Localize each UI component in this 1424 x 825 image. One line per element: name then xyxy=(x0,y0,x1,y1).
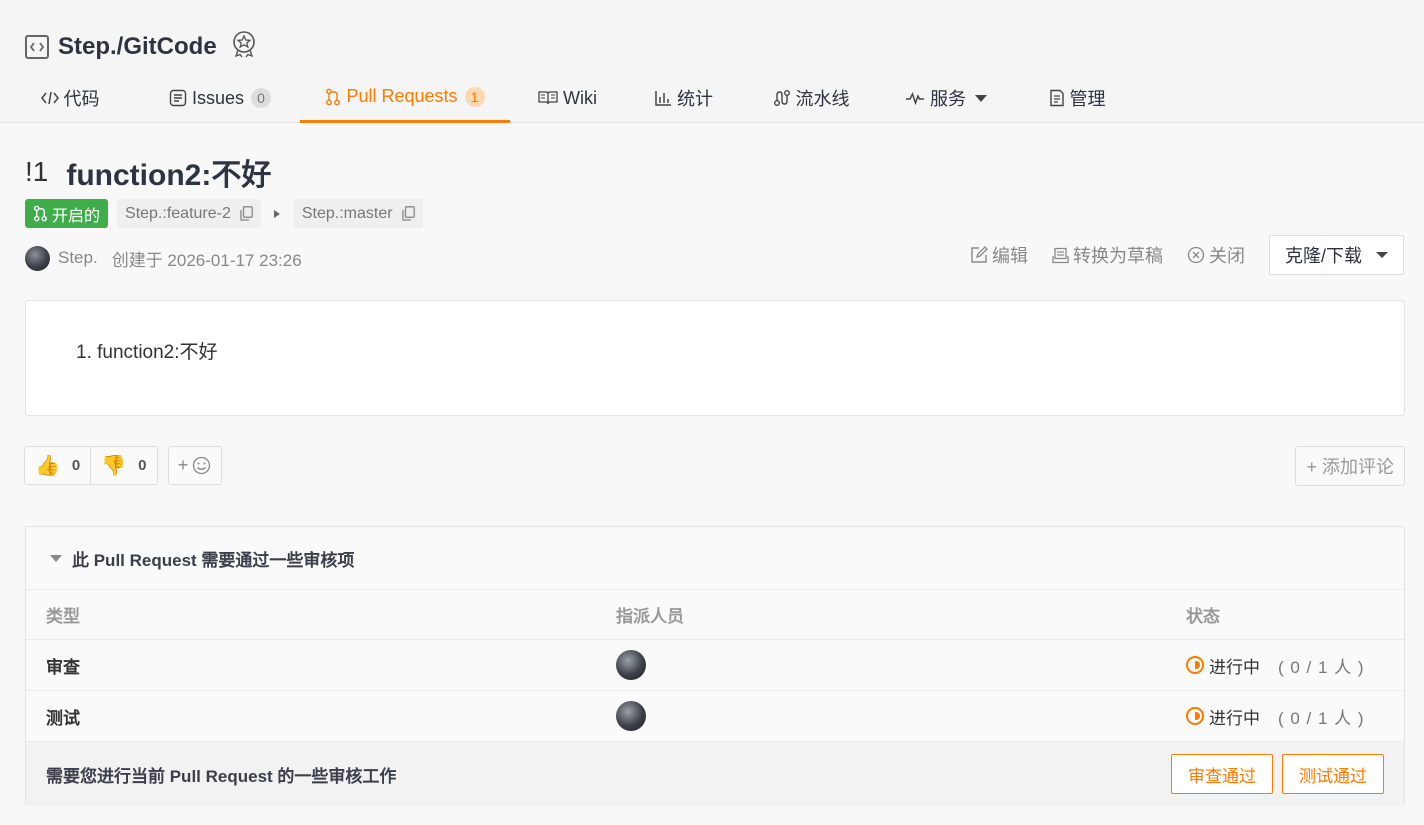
branch-row: 开启的 Step.:feature-2 Step.:master xyxy=(25,199,423,228)
review-panel: 此 Pull Request 需要通过一些审核项 类型 指派人员 状态 审查 进… xyxy=(25,526,1405,806)
tab-issues[interactable]: Issues 0 xyxy=(140,73,300,123)
pr-number: !1 xyxy=(25,156,49,187)
chevron-down-icon xyxy=(975,94,987,102)
caret-right-icon xyxy=(273,209,281,219)
approve-review-button[interactable]: 审查通过 xyxy=(1171,754,1273,794)
pr-meta: Step. 创建于 2026-01-17 23:26 xyxy=(25,245,302,271)
review-table-header: 类型 指派人员 状态 xyxy=(26,590,1404,640)
description-list-item: 1. function2:不好 xyxy=(76,342,218,363)
tab-stats[interactable]: 统计 xyxy=(625,73,742,123)
pr-description: 1. function2:不好 xyxy=(25,300,1405,416)
tab-wiki[interactable]: Wiki xyxy=(510,73,625,123)
tab-code[interactable]: 代码 xyxy=(0,73,140,123)
edit-button[interactable]: 编辑 xyxy=(970,242,1028,268)
source-branch[interactable]: Step.:feature-2 xyxy=(117,199,261,228)
column-assignee: 指派人员 xyxy=(616,607,684,626)
approve-test-button[interactable]: 测试通过 xyxy=(1282,754,1384,794)
tab-label: 代码 xyxy=(63,89,100,109)
tab-label: 管理 xyxy=(1069,89,1106,109)
reactions: 👍 0 👎 0 + xyxy=(24,446,222,485)
close-icon xyxy=(1187,246,1205,264)
review-footer: 需要您进行当前 Pull Request 的一些审核工作 审查通过 测试通过 xyxy=(26,742,1404,806)
review-footer-message: 需要您进行当前 Pull Request 的一些审核工作 xyxy=(46,766,397,786)
table-row: 审查 进行中 ( 0 / 1 人 ) xyxy=(26,640,1404,691)
tab-label: 服务 xyxy=(930,89,966,109)
tab-pipeline[interactable]: 流水线 xyxy=(742,73,880,123)
target-branch-label: Step.:master xyxy=(301,204,393,222)
pr-count-badge: 1 xyxy=(464,86,485,107)
tab-label: Pull Requests xyxy=(346,86,458,106)
avatar[interactable] xyxy=(616,650,646,680)
thumbs-down-icon: 👎 xyxy=(101,455,127,477)
tab-label: Wiki xyxy=(563,87,597,108)
target-branch[interactable]: Step.:master xyxy=(293,199,423,228)
caret-down-icon xyxy=(50,554,62,562)
in-progress-icon xyxy=(1186,656,1204,674)
copy-icon[interactable] xyxy=(240,206,253,221)
code-icon xyxy=(40,90,59,106)
smiley-icon xyxy=(193,456,211,475)
review-status: 进行中 ( 0 / 1 人 ) xyxy=(1186,653,1365,678)
repo-tabs: 代码 Issues 0 Pull Requests 1 Wiki 统计 流水线 … xyxy=(0,73,1142,123)
reaction-group: 👍 0 👎 0 xyxy=(24,446,158,485)
author-name[interactable]: Step. xyxy=(58,248,98,268)
review-heading: 此 Pull Request 需要通过一些审核项 xyxy=(72,550,355,570)
review-status: 进行中 ( 0 / 1 人 ) xyxy=(1186,704,1365,729)
source-branch-label: Step.:feature-2 xyxy=(125,204,231,222)
issues-icon xyxy=(169,89,187,107)
repo-code-icon xyxy=(25,34,49,59)
convert-draft-button[interactable]: 转换为草稿 xyxy=(1052,242,1163,268)
copy-icon[interactable] xyxy=(401,206,415,221)
repo-header: Step./GitCode 代码 Issues 0 Pull Requests … xyxy=(0,0,1424,123)
pull-request-icon xyxy=(325,88,341,106)
close-button[interactable]: 关闭 xyxy=(1187,242,1245,268)
tab-label: 统计 xyxy=(677,89,713,109)
created-time: 创建于 2026-01-17 23:26 xyxy=(111,250,302,270)
pr-title-text: function2:不好 xyxy=(66,159,272,192)
chevron-down-icon xyxy=(1376,252,1388,258)
thumbs-up-icon: 👍 xyxy=(35,455,60,477)
column-type: 类型 xyxy=(46,607,80,626)
state-badge: 开启的 xyxy=(25,199,109,228)
tab-pull-requests[interactable]: Pull Requests 1 xyxy=(300,73,510,123)
add-comment-button[interactable]: + 添加评论 xyxy=(1295,446,1405,486)
manage-icon xyxy=(1049,89,1065,107)
thumbs-up-reaction[interactable]: 👍 0 xyxy=(25,447,90,484)
pipeline-icon xyxy=(773,89,791,107)
stats-icon xyxy=(654,89,672,107)
wiki-icon xyxy=(538,90,558,106)
edit-icon xyxy=(971,246,988,263)
state-label: 开启的 xyxy=(52,207,101,225)
tab-services[interactable]: 服务 xyxy=(880,73,1012,123)
thumbs-down-reaction[interactable]: 👎 0 xyxy=(90,447,156,484)
avatar[interactable] xyxy=(25,245,50,271)
award-icon[interactable] xyxy=(231,30,257,63)
draft-icon xyxy=(1052,247,1069,263)
pull-request-icon xyxy=(33,205,48,222)
repo-name[interactable]: Step./GitCode xyxy=(58,33,217,61)
issues-count-badge: 0 xyxy=(251,88,272,108)
clone-download-button[interactable]: 克隆/下载 xyxy=(1268,235,1404,275)
in-progress-icon xyxy=(1186,707,1204,725)
review-header[interactable]: 此 Pull Request 需要通过一些审核项 xyxy=(26,527,1404,590)
repo-title: Step./GitCode xyxy=(25,30,257,63)
review-buttons: 审查通过 测试通过 xyxy=(1162,754,1384,794)
avatar[interactable] xyxy=(616,701,646,731)
review-type: 测试 xyxy=(46,708,80,728)
column-status: 状态 xyxy=(1186,607,1220,626)
review-type: 审查 xyxy=(46,657,80,677)
pr-title: !1 function2:不好 xyxy=(25,150,271,194)
pr-actions: 编辑 转换为草稿 关闭 克隆/下载 xyxy=(946,235,1404,275)
tab-manage[interactable]: 管理 xyxy=(1012,73,1142,123)
table-row: 测试 进行中 ( 0 / 1 人 ) xyxy=(26,691,1404,742)
tab-label: Issues xyxy=(191,87,245,108)
tab-label: 流水线 xyxy=(795,89,850,109)
add-emoji-button[interactable]: + xyxy=(167,446,222,485)
pulse-icon xyxy=(905,91,925,105)
